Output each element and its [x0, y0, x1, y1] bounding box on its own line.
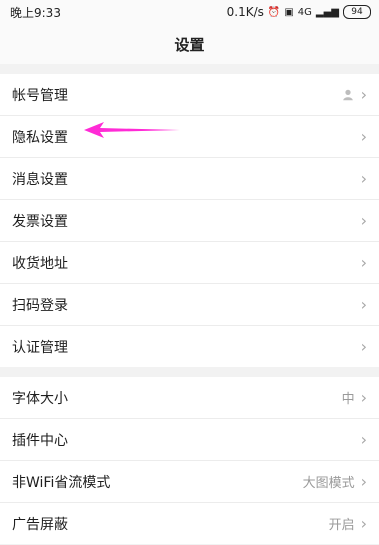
settings-item-meta: ›	[361, 169, 367, 188]
chevron-right-icon: ›	[360, 127, 367, 146]
chevron-right-icon: ›	[360, 337, 367, 356]
chevron-right-icon: ›	[360, 388, 367, 407]
chevron-right-icon: ›	[360, 85, 367, 104]
header: 设置	[0, 24, 379, 64]
settings-item-label: 发票设置	[12, 213, 68, 230]
settings-item-label: 认证管理	[12, 339, 68, 356]
section-gap	[0, 367, 379, 377]
settings-item-value: 开启	[328, 518, 355, 533]
settings-item-meta: ›	[361, 211, 367, 230]
settings-item-privacy[interactable]: 隐私设置 ›	[0, 116, 379, 158]
settings-item-meta: ›	[341, 85, 367, 104]
settings-item-verification[interactable]: 认证管理 ›	[0, 326, 379, 367]
settings-item-value: 中	[341, 392, 355, 407]
settings-item-scan-login[interactable]: 扫码登录 ›	[0, 284, 379, 326]
settings-item-value: 大图模式	[302, 476, 355, 491]
chevron-right-icon: ›	[360, 253, 367, 272]
chevron-right-icon: ›	[360, 169, 367, 188]
settings-item-account[interactable]: 帐号管理 ›	[0, 74, 379, 116]
settings-item-meta: ›	[361, 337, 367, 356]
alarm-icon: ⏰	[267, 6, 281, 18]
settings-item-label: 帐号管理	[12, 87, 68, 104]
settings-item-plugin-center[interactable]: 插件中心 ›	[0, 419, 379, 461]
settings-item-label: 字体大小	[12, 390, 68, 407]
settings-item-label: 非WiFi省流模式	[12, 474, 111, 491]
network-speed: 0.1K/s	[226, 5, 264, 19]
settings-item-font-size[interactable]: 字体大小 中 ›	[0, 377, 379, 419]
account-settings-section: 帐号管理 › 隐私设置 › 消息设置 › 发票设置 › 收货地址 › 扫码登录 …	[0, 74, 379, 367]
settings-item-meta: 大图模式 ›	[303, 472, 367, 491]
settings-item-meta: 中 ›	[342, 388, 367, 407]
chevron-right-icon: ›	[360, 211, 367, 230]
status-time: 晚上9:33	[10, 5, 61, 20]
settings-item-label: 收货地址	[12, 255, 68, 272]
settings-item-messages[interactable]: 消息设置 ›	[0, 158, 379, 200]
annotation-arrow-icon	[84, 122, 180, 138]
settings-item-meta: ›	[361, 127, 367, 146]
general-settings-section: 字体大小 中 › 插件中心 › 非WiFi省流模式 大图模式 › 广告屏蔽 开启…	[0, 377, 379, 544]
settings-item-data-saver[interactable]: 非WiFi省流模式 大图模式 ›	[0, 461, 379, 503]
settings-item-invoice[interactable]: 发票设置 ›	[0, 200, 379, 242]
chevron-right-icon: ›	[360, 295, 367, 314]
chevron-right-icon: ›	[360, 430, 367, 449]
settings-item-label: 消息设置	[12, 171, 68, 188]
settings-item-label: 广告屏蔽	[12, 516, 68, 533]
settings-item-label: 扫码登录	[12, 297, 68, 314]
chevron-right-icon: ›	[360, 514, 367, 533]
status-icons: 0.1K/s ⏰ ▣ 4G ▂▄▆ 94	[227, 5, 371, 19]
settings-item-ad-block[interactable]: 广告屏蔽 开启 ›	[0, 503, 379, 544]
battery-level: 94	[343, 5, 371, 19]
signal-label: 4G	[297, 6, 312, 18]
settings-item-meta: ›	[361, 295, 367, 314]
section-gap	[0, 64, 379, 74]
settings-item-label: 插件中心	[12, 432, 68, 449]
avatar-icon	[342, 89, 353, 100]
settings-item-label: 隐私设置	[12, 129, 68, 146]
settings-item-meta: 开启 ›	[329, 514, 367, 533]
status-bar: 晚上9:33 0.1K/s ⏰ ▣ 4G ▂▄▆ 94	[0, 0, 379, 24]
signal-icon: ▂▄▆	[315, 6, 339, 18]
page-title: 设置	[174, 35, 205, 54]
settings-item-meta: ›	[361, 430, 367, 449]
chevron-right-icon: ›	[360, 472, 367, 491]
settings-item-meta: ›	[361, 253, 367, 272]
settings-item-address[interactable]: 收货地址 ›	[0, 242, 379, 284]
hd-icon: ▣	[284, 6, 294, 18]
